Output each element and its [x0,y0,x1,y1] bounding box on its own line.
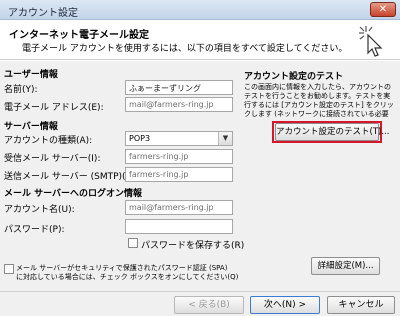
user-info-heading: ユーザー情報 [4,70,58,80]
title-bar: アカウント設定 ✕ [0,0,400,20]
password-label: パスワード(P): [4,225,65,235]
save-password-label: パスワードを保存する(R) [141,241,245,251]
dialog-header: インターネット電子メール設定 電子メール アカウントを使用するには、以下の項目を… [0,20,400,60]
account-type-select[interactable]: POP3 ▼ [125,131,233,146]
test-account-settings-button[interactable]: アカウント設定のテスト(T)... [275,123,389,141]
account-type-value: POP3 [129,134,151,143]
test-settings-section: アカウント設定のテスト [244,69,343,82]
server-info-heading: サーバー情報 [4,122,58,132]
header-title: インターネット電子メール設定 [9,30,149,41]
password-field[interactable] [125,219,233,234]
chevron-down-icon: ▼ [218,132,232,145]
server-info-section: サーバー情報 [4,119,58,132]
outgoing-server-field[interactable]: farmers-ring.jp [125,167,233,182]
header-subtitle: 電子メール アカウントを使用するには、以下の項目をすべて設定してください。 [22,44,348,54]
account-name-field[interactable]: mail@farmers-ring.jp [125,200,233,215]
back-button[interactable]: < 戻る(B) [174,296,244,314]
spa-label-line2: に対応している場合には、チェック ボックスをオンにしてください(Q) [16,273,239,281]
logon-info-heading: メール サーバーへのログオン情報 [4,189,143,199]
outgoing-server-label: 送信メール サーバー (SMTP)(O): [4,172,140,182]
incoming-server-field[interactable]: farmers-ring.jp [125,149,233,164]
name-field[interactable]: ふぁーまーずリング [125,80,233,95]
test-settings-heading: アカウント設定のテスト [244,72,344,82]
incoming-server-label: 受信メール サーバー(I): [4,154,101,164]
more-settings-button[interactable]: 詳細設定(M)... [311,257,380,275]
user-info-section: ユーザー情報 [4,67,232,80]
close-icon: ✕ [378,4,388,15]
email-field[interactable]: mail@farmers-ring.jp [125,97,233,112]
cursor-sparkle-icon [359,26,383,57]
next-button[interactable]: 次へ(N) > [250,296,320,314]
email-label: 電子メール アドレス(E): [4,103,104,113]
save-password-checkbox[interactable] [128,238,138,248]
window-title: アカウント設定 [8,8,78,19]
spa-checkbox[interactable] [4,264,14,274]
dialog-body: ユーザー情報 名前(Y): ふぁーまーずリング 電子メール アドレス(E): m… [0,61,400,291]
account-type-label: アカウントの種類(A): [4,136,93,146]
account-name-label: アカウント名(U): [4,205,75,215]
dialog-footer: < 戻る(B) 次へ(N) > キャンセル [0,291,400,316]
cancel-button[interactable]: キャンセル [327,296,395,314]
name-label: 名前(Y): [4,85,38,95]
close-button[interactable]: ✕ [370,2,396,17]
logon-info-section: メール サーバーへのログオン情報 [4,186,142,199]
test-settings-description: この画面内に情報を入力したら、アカウントのテストを行うことをお勧めします。テスト… [244,83,394,118]
